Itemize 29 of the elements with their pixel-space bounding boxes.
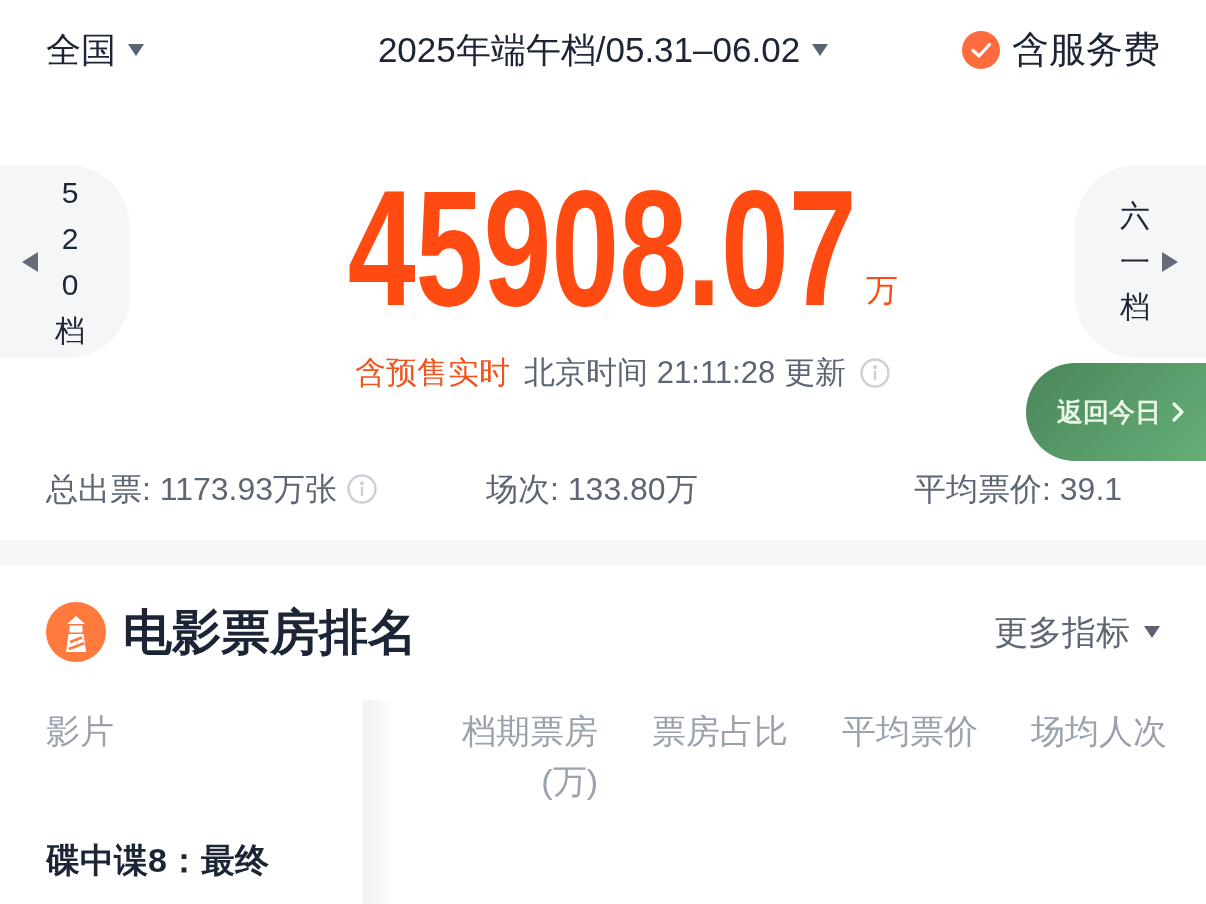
box-office-total: 45908.07 xyxy=(347,173,857,323)
left-triangle-icon xyxy=(22,251,38,272)
prev-period-button[interactable]: 520档 xyxy=(0,165,130,358)
column-header: 票房占比 xyxy=(651,711,788,752)
unit-label: 万 xyxy=(866,271,899,310)
stat-text: 场次: 133.80万 xyxy=(486,470,698,509)
right-triangle-icon xyxy=(1162,251,1178,272)
caret-icon xyxy=(812,44,829,56)
update-time: 北京时间 21:11:28 更新 xyxy=(524,354,846,392)
column-header: 档期票房(万) xyxy=(461,711,598,802)
service-fee-checkbox[interactable]: 含服务费 xyxy=(962,27,1160,72)
lighthouse-icon xyxy=(46,601,106,662)
section-title: 电影票房排名 xyxy=(123,603,417,661)
info-icon[interactable] xyxy=(859,358,890,388)
film-title: 碟中谍8：最终 xyxy=(46,840,270,881)
caret-icon xyxy=(128,44,144,56)
region-dropdown[interactable]: 全国 xyxy=(46,28,144,72)
stat-text: 总出票: 1173.93万张 xyxy=(46,470,338,509)
period-dropdown[interactable]: 2025年端午档/05.31–06.02 xyxy=(377,28,829,72)
caret-icon xyxy=(1144,625,1160,638)
realtime-label: 含预售实时 xyxy=(355,354,511,392)
more-metrics-dropdown[interactable]: 更多指标 xyxy=(994,609,1160,654)
next-period-button[interactable]: 六一档 xyxy=(1075,165,1206,358)
info-icon[interactable] xyxy=(347,474,378,504)
stat-text: 平均票价: 39.1 xyxy=(914,470,1123,509)
column-header: 平均票价 xyxy=(841,711,978,752)
chevron-right-icon xyxy=(1171,401,1185,423)
column-header: 场均人次 xyxy=(1030,711,1167,752)
column-header: 影片 xyxy=(46,711,115,752)
